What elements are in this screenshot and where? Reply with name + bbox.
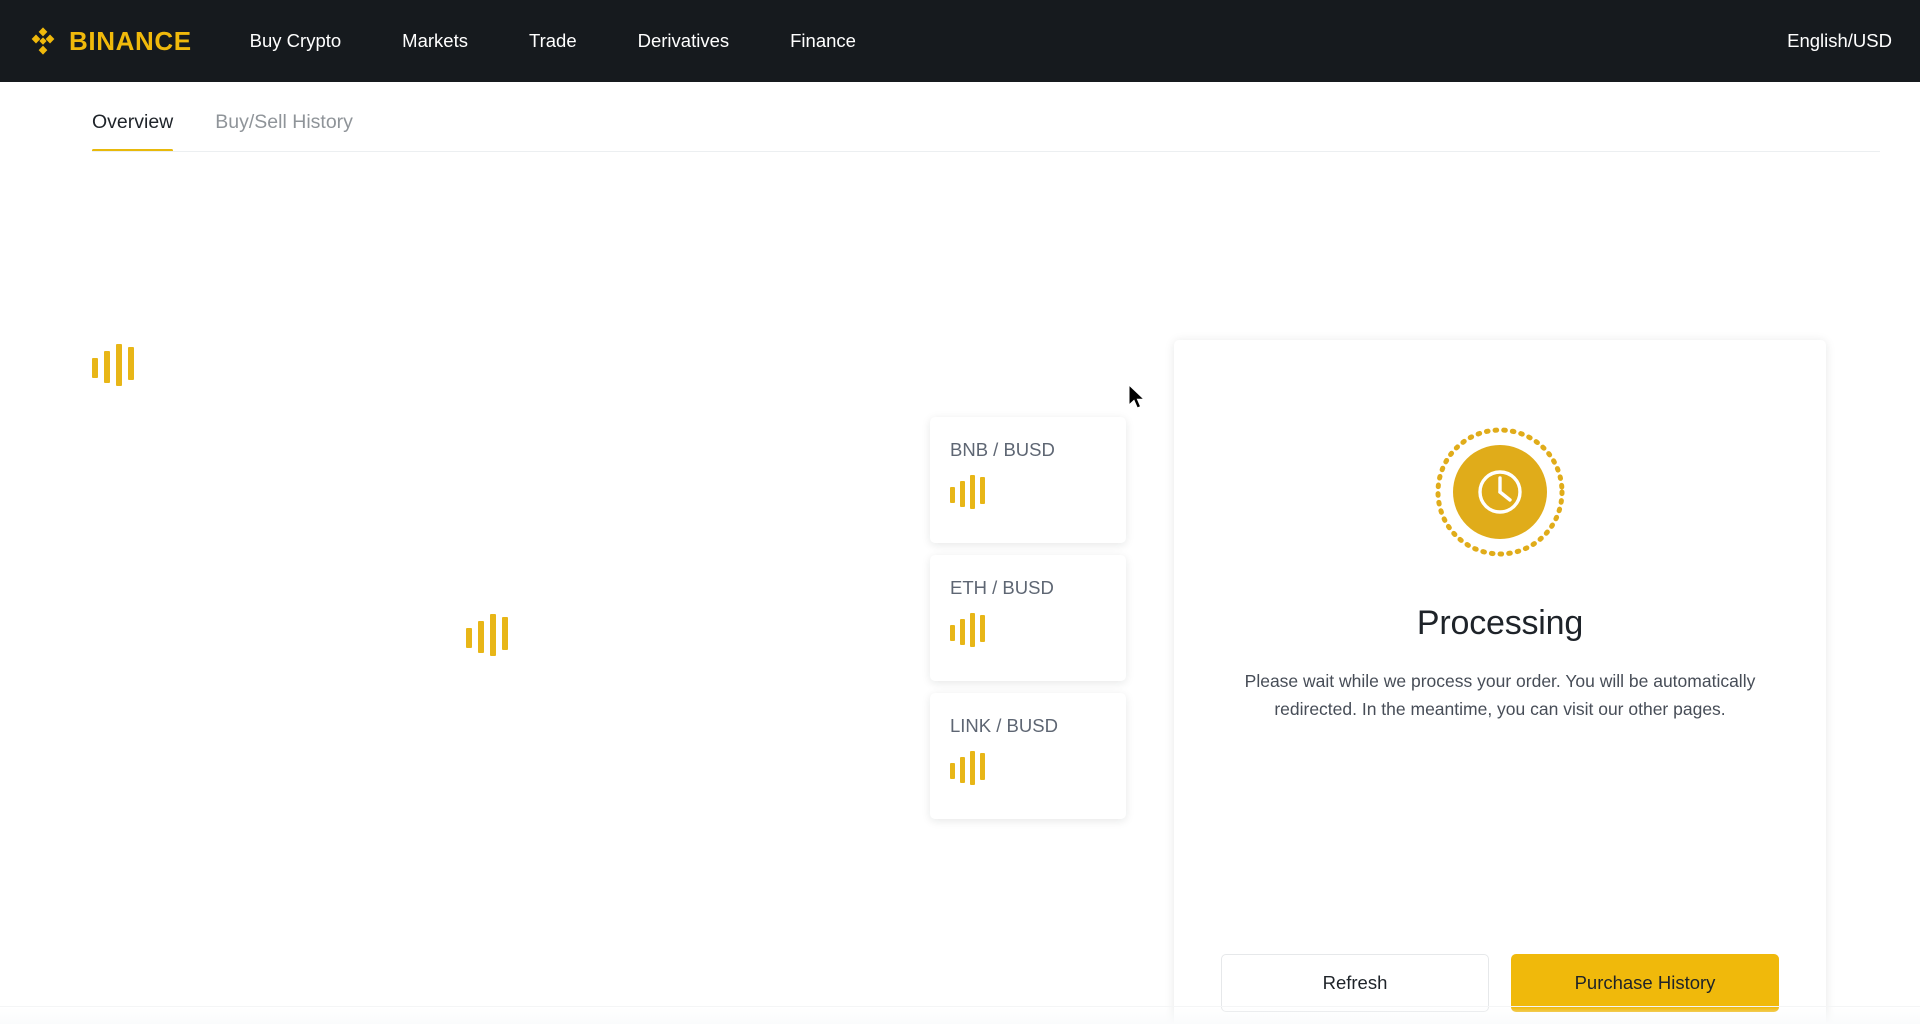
main-nav: Buy Crypto Markets Trade Derivatives Fin… xyxy=(250,22,856,60)
language-currency-selector[interactable]: English/USD xyxy=(1787,30,1892,52)
content-loading-indicator-center xyxy=(466,614,508,656)
binance-logo[interactable]: BINANCE xyxy=(26,24,192,58)
loader-bar xyxy=(950,625,955,641)
loader-bar xyxy=(960,757,965,783)
ticker-card-list: BNB / BUSD ETH / BUSD LINK / BUSD xyxy=(930,417,1126,831)
processing-actions: Refresh Purchase History xyxy=(1214,954,1786,1012)
loader-bar xyxy=(970,613,975,647)
tab-overview[interactable]: Overview xyxy=(92,83,174,152)
nav-item-markets[interactable]: Markets xyxy=(402,22,468,60)
nav-item-finance[interactable]: Finance xyxy=(790,22,856,60)
mouse-cursor xyxy=(1128,384,1146,409)
tab-buy-sell-history[interactable]: Buy/Sell History xyxy=(215,83,353,152)
nav-item-derivatives[interactable]: Derivatives xyxy=(638,22,730,60)
refresh-button[interactable]: Refresh xyxy=(1221,954,1489,1012)
processing-description: Please wait while we process your order.… xyxy=(1244,671,1756,720)
page-bottom-edge xyxy=(0,1006,1920,1024)
loader-bar xyxy=(478,621,484,653)
loader-bar xyxy=(116,344,122,386)
processing-panel: Processing Please wait while we process … xyxy=(1174,340,1826,1024)
ticker-pair-label: ETH / BUSD xyxy=(950,577,1054,598)
processing-status-icon xyxy=(1432,424,1568,560)
main-content: BNB / BUSD ETH / BUSD LINK / BUSD Proces… xyxy=(0,152,1920,1024)
loader-bar xyxy=(960,481,965,507)
brand-name: BINANCE xyxy=(69,26,192,56)
loader-bar xyxy=(104,351,110,383)
loader-bar xyxy=(980,753,985,780)
site-header: BINANCE Buy Crypto Markets Trade Derivat… xyxy=(0,0,1920,82)
page-tab-bar: Overview Buy/Sell History xyxy=(0,82,1920,152)
loader-bar xyxy=(92,358,98,378)
nav-item-buy-crypto[interactable]: Buy Crypto xyxy=(250,22,342,60)
ticker-pair-label: LINK / BUSD xyxy=(950,715,1058,736)
ticker-card-eth-busd[interactable]: ETH / BUSD xyxy=(930,555,1126,681)
processing-title: Processing xyxy=(1416,604,1584,642)
tab-list: Overview Buy/Sell History xyxy=(92,82,395,152)
loader-bar xyxy=(960,619,965,645)
ticker-loading-indicator xyxy=(950,475,1106,509)
header-right-controls: English/USD xyxy=(1787,30,1892,52)
loader-bar xyxy=(466,628,472,648)
loader-bar xyxy=(970,751,975,785)
ticker-pair-label: BNB / BUSD xyxy=(950,439,1055,460)
loader-bar xyxy=(980,615,985,642)
loader-bar xyxy=(980,477,985,504)
loader-bar xyxy=(128,347,134,380)
nav-item-trade[interactable]: Trade xyxy=(529,22,577,60)
loader-bar xyxy=(950,763,955,779)
ticker-card-bnb-busd[interactable]: BNB / BUSD xyxy=(930,417,1126,543)
loader-bar xyxy=(970,475,975,509)
clock-icon xyxy=(1435,427,1565,557)
loader-bar xyxy=(502,617,508,650)
loader-bar xyxy=(490,614,496,656)
loader-bar xyxy=(950,487,955,503)
content-loading-indicator-top-left xyxy=(92,344,134,386)
purchase-history-button[interactable]: Purchase History xyxy=(1511,954,1779,1012)
ticker-loading-indicator xyxy=(950,751,1106,785)
binance-diamond-logo-icon xyxy=(31,27,55,55)
ticker-loading-indicator xyxy=(950,613,1106,647)
ticker-card-link-busd[interactable]: LINK / BUSD xyxy=(930,693,1126,819)
